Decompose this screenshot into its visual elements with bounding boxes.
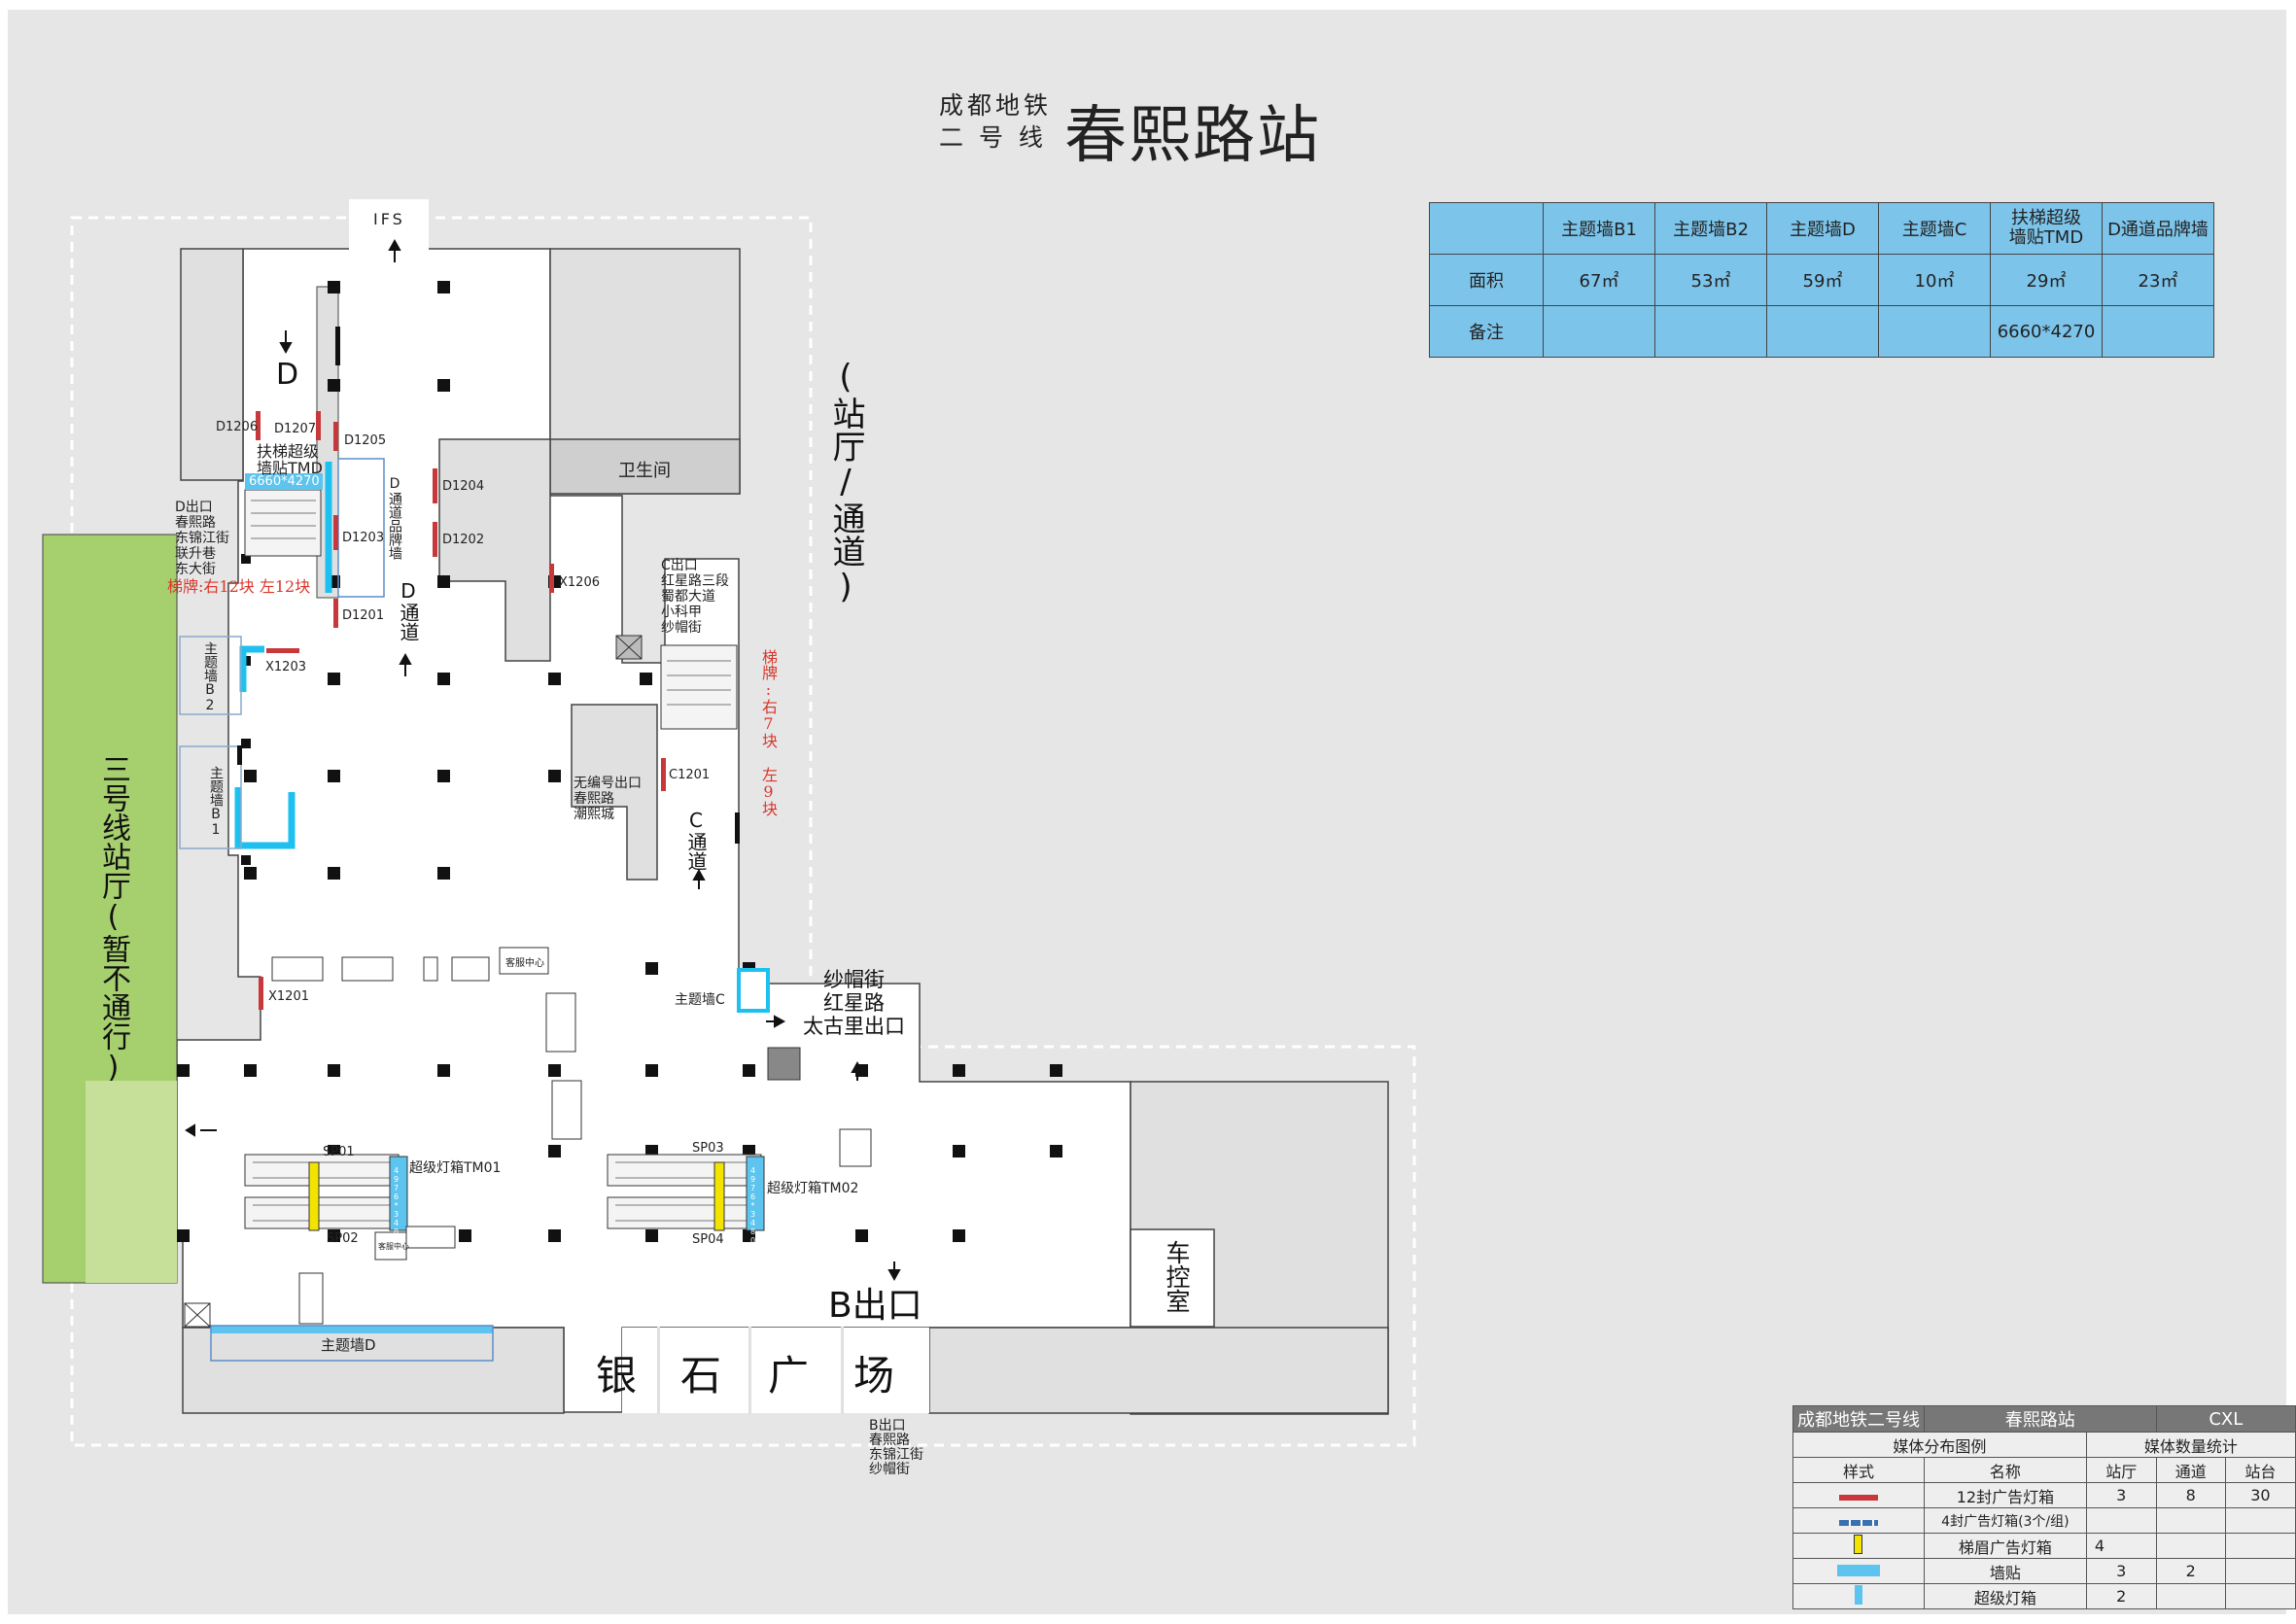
b-exit-label: B出口 春熙路 东锦江街 纱帽街 xyxy=(869,1418,923,1477)
theme-d-label: 主题墙D xyxy=(321,1336,376,1354)
legend-row: 墙贴 3 2 xyxy=(1792,1558,2296,1584)
c-stairs-note: 梯牌:右7块 左9块 xyxy=(759,649,778,816)
plaza-char-1: 银 xyxy=(596,1352,638,1399)
code-d1206: D1206 xyxy=(216,420,259,434)
d-marker: D xyxy=(276,358,299,392)
d-channel-label: D通道 xyxy=(397,579,420,641)
theme-c-label: 主题墙C xyxy=(675,992,725,1008)
super-tm01-label: 超级灯箱TM01 xyxy=(409,1160,502,1176)
super-lightbox-swatch xyxy=(1854,1584,1862,1605)
ifs-label: IFS xyxy=(373,210,405,228)
floor-plan xyxy=(42,199,1416,1447)
code-sp04: SP04 xyxy=(692,1232,724,1247)
hall-channel-label: (站厅/通道) xyxy=(826,358,865,606)
b-exit-title: B出口 xyxy=(828,1286,922,1326)
code-x1203: X1203 xyxy=(265,660,306,674)
red-lightbox-swatch xyxy=(1838,1495,1878,1501)
plaza-char-3: 广 xyxy=(768,1352,810,1399)
tmd-label: 扶梯超级 墙贴TMD xyxy=(257,442,323,477)
column-block xyxy=(767,1047,801,1081)
legend-table: 成都地铁二号线 春熙路站 CXL 媒体分布图例 媒体数量统计 样式 名称 站厅 … xyxy=(1792,1405,2296,1609)
d-exit-label: D出口 春熙路 东锦江街 联升巷 东大街 xyxy=(175,500,229,577)
wall-sticker-swatch xyxy=(1836,1565,1880,1576)
plaza-char-4: 场 xyxy=(853,1352,895,1399)
code-x1201: X1201 xyxy=(268,989,309,1004)
escalator-lightbox-tm01 xyxy=(308,1161,320,1231)
theme-wall-d xyxy=(211,1326,493,1333)
legend-row: 4封广告灯箱(3个/组) xyxy=(1792,1507,2296,1534)
toilet-label: 卫生间 xyxy=(618,461,671,481)
code-d1204: D1204 xyxy=(442,479,485,494)
plaza-char-2: 石 xyxy=(680,1352,722,1399)
code-c1201: C1201 xyxy=(669,768,711,782)
theme-b2-label: 主题墙B2 xyxy=(202,641,218,713)
tm01-size: 4976*3480 xyxy=(392,1166,400,1245)
room-block xyxy=(928,1327,1389,1414)
legend-row: 梯眉广告灯箱 4 xyxy=(1792,1533,2296,1559)
code-d1207: D1207 xyxy=(274,422,317,436)
super-tm02-label: 超级灯箱TM02 xyxy=(767,1181,859,1196)
c-channel-label: C通道 xyxy=(684,809,708,871)
service-center-label: 客服中心 xyxy=(505,958,544,969)
blue-lightbox-swatch xyxy=(1838,1520,1878,1526)
c-exit-label: C出口 红星路三段 蜀都大道 小科甲 纱帽街 xyxy=(661,558,729,636)
theme-b1-label: 主题墙B1 xyxy=(208,766,224,838)
no-number-exit-label: 无编号出口 春熙路 潮熙城 xyxy=(574,776,642,822)
code-sp02: SP02 xyxy=(327,1231,359,1246)
d-brand-wall-label: D通道品牌墙 xyxy=(387,476,402,560)
code-d1202: D1202 xyxy=(442,533,485,547)
legend-row: 12封广告灯箱 3 8 30 xyxy=(1792,1482,2296,1508)
theme-wall-c xyxy=(737,968,770,1013)
code-d1205: D1205 xyxy=(344,433,387,448)
line3-hall-label: 三号线站厅(暂不通行) xyxy=(96,754,130,1085)
room-block xyxy=(180,248,244,481)
code-sp03: SP03 xyxy=(692,1141,724,1156)
legend-row: 超级灯箱 2 xyxy=(1792,1583,2296,1609)
control-room-label: 车控室 xyxy=(1163,1240,1191,1313)
code-d1201: D1201 xyxy=(342,608,385,623)
yellow-lightbox-swatch xyxy=(1854,1534,1863,1554)
tm02-size: 4976*3480 xyxy=(748,1166,757,1245)
tmd-size: 6660*4270 xyxy=(249,474,320,489)
code-x1206: X1206 xyxy=(559,575,600,590)
code-sp01: SP01 xyxy=(323,1145,355,1159)
code-d1203: D1203 xyxy=(342,531,385,545)
taigu-exit-label: 纱帽街 红星路 太古里出口 xyxy=(803,968,905,1038)
d-stairs-note: 梯牌:右12块 左12块 xyxy=(167,577,311,596)
escalator-lightbox-tm02 xyxy=(713,1161,725,1231)
